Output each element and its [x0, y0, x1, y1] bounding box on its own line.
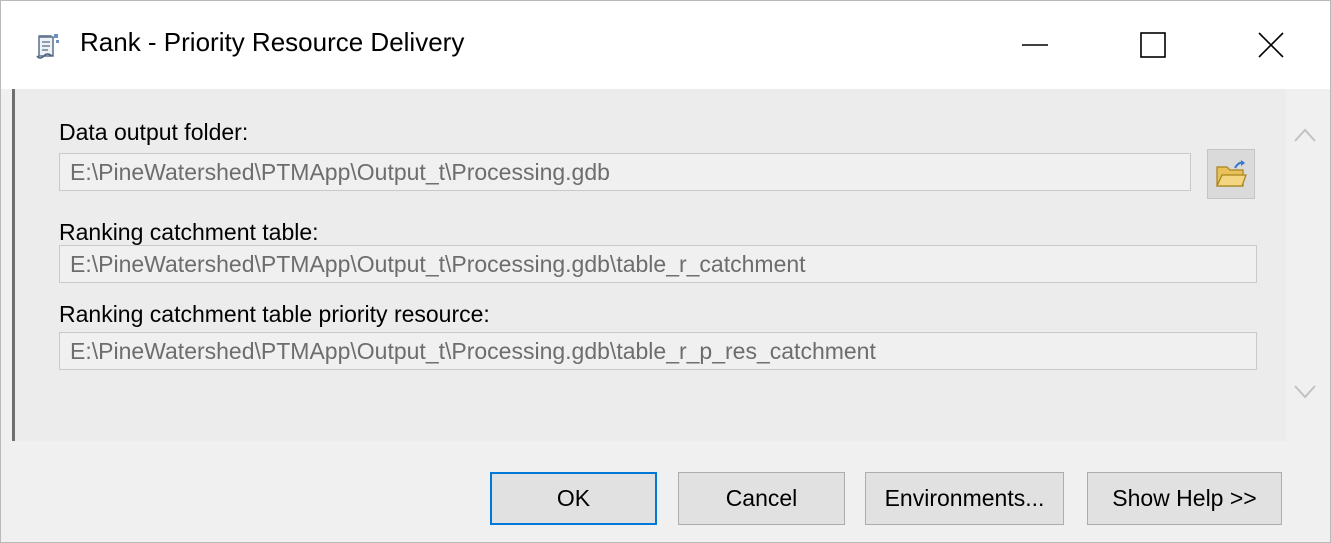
title-bar[interactable]: Rank - Priority Resource Delivery — [1, 1, 1330, 89]
minimize-button[interactable] — [976, 1, 1094, 89]
minimize-icon — [1022, 44, 1048, 46]
ranking-catchment-priority-label: Ranking catchment table priority resourc… — [59, 301, 490, 327]
folder-open-icon — [1216, 160, 1247, 187]
ok-button[interactable]: OK — [490, 472, 657, 525]
window-title: Rank - Priority Resource Delivery — [80, 27, 465, 57]
ranking-catchment-priority-field[interactable]: E:\PineWatershed\PTMApp\Output_t\Process… — [59, 332, 1257, 370]
tool-script-icon — [32, 31, 64, 63]
ranking-catchment-table-label: Ranking catchment table: — [59, 219, 319, 245]
chevron-up-icon[interactable] — [1293, 124, 1317, 148]
ranking-catchment-table-field[interactable]: E:\PineWatershed\PTMApp\Output_t\Process… — [59, 245, 1257, 283]
vertical-scrollbar[interactable] — [1286, 89, 1323, 441]
maximize-icon — [1140, 32, 1166, 58]
dialog-footer: OK Cancel Environments... Show Help >> — [1, 441, 1330, 542]
tool-dialog-window: Rank - Priority Resource Delivery Data o… — [0, 0, 1331, 543]
close-button[interactable] — [1212, 1, 1330, 89]
data-output-folder-field[interactable]: E:\PineWatershed\PTMApp\Output_t\Process… — [59, 153, 1191, 191]
show-help-button[interactable]: Show Help >> — [1087, 472, 1282, 525]
close-icon — [1258, 32, 1284, 58]
cancel-button[interactable]: Cancel — [678, 472, 845, 525]
browse-output-folder-button[interactable] — [1207, 149, 1255, 199]
environments-button[interactable]: Environments... — [865, 472, 1064, 525]
parameters-panel: Data output folder: E:\PineWatershed\PTM… — [12, 89, 1323, 441]
data-output-folder-label: Data output folder: — [59, 119, 249, 145]
maximize-button[interactable] — [1094, 1, 1212, 89]
chevron-down-icon[interactable] — [1293, 379, 1317, 403]
